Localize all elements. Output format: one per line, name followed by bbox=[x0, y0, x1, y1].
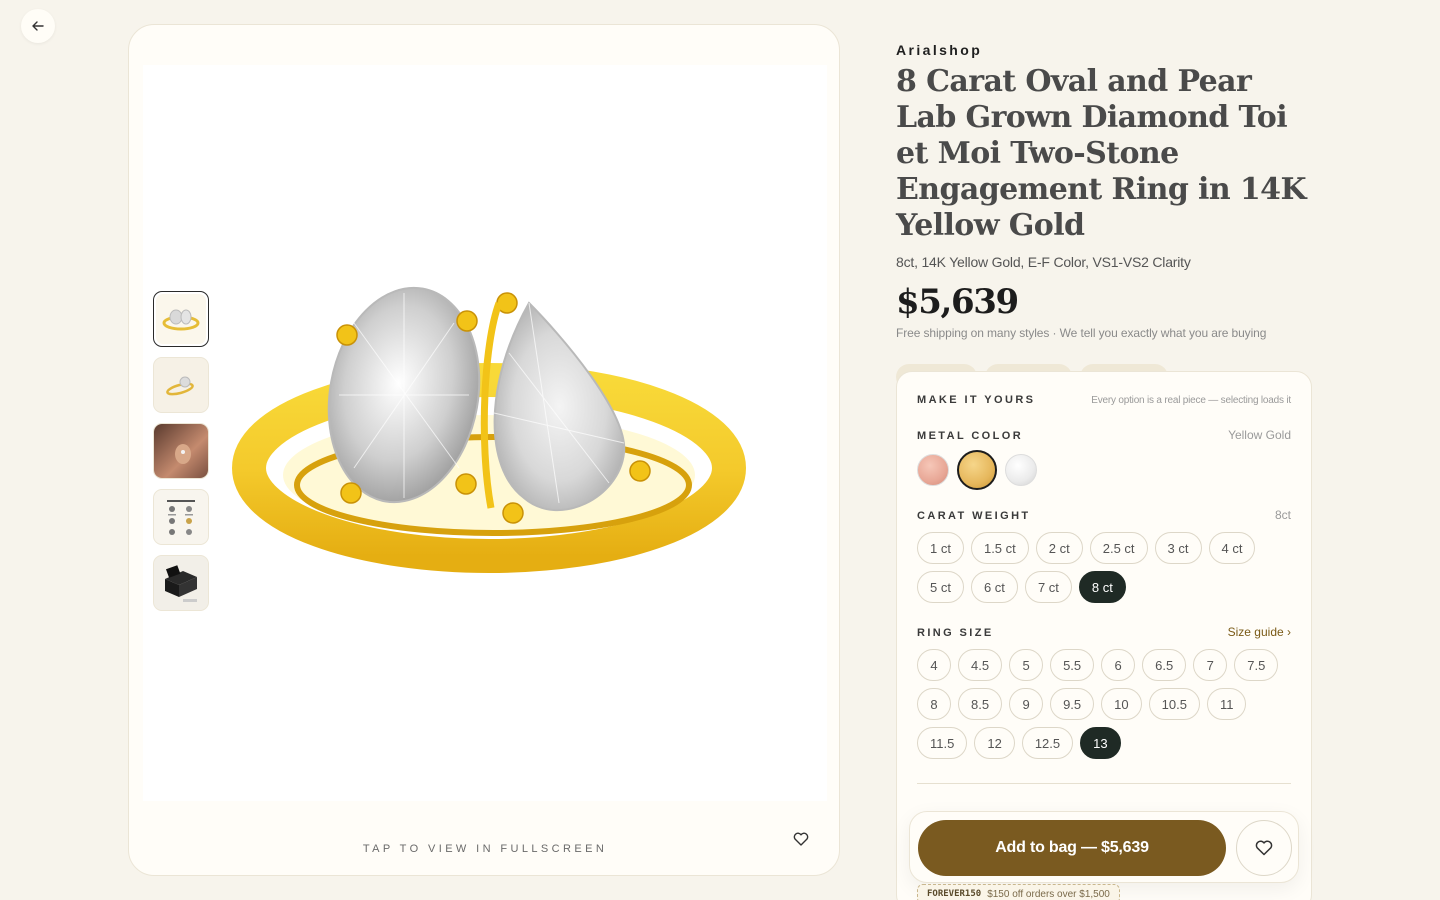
add-to-bag-bar: Add to bag — $5,639 bbox=[909, 811, 1299, 883]
product-price: $5,639 bbox=[896, 282, 1019, 322]
wishlist-button[interactable] bbox=[1236, 820, 1292, 876]
size-guide-link[interactable]: Size guide › bbox=[1228, 625, 1291, 639]
carat-weight-label: CARAT WEIGHT bbox=[917, 510, 1031, 522]
shipping-note: Free shipping on many styles · We tell y… bbox=[896, 326, 1267, 340]
thumb-ring-front[interactable] bbox=[153, 291, 209, 347]
ring-size-label: RING SIZE bbox=[917, 627, 994, 639]
ring-size-options: 4 4.5 5 5.5 6 6.5 7 7.5 8 8.5 9 9.5 10 10.5 11 11.5 12 12… bbox=[917, 649, 1291, 759]
gallery-favorite-button[interactable] bbox=[790, 828, 812, 850]
thumb-box[interactable] bbox=[153, 555, 209, 611]
swatch-rose-gold[interactable] bbox=[917, 454, 949, 486]
ring-size-option-12-5[interactable]: 12.5 bbox=[1021, 727, 1074, 759]
product-hero-image[interactable] bbox=[229, 263, 749, 573]
infographic-image bbox=[167, 500, 195, 535]
options-hint: Every option is a real piece — selecting… bbox=[1091, 395, 1291, 406]
ring-size-option-12[interactable]: 12 bbox=[974, 727, 1015, 759]
metal-color-value: Yellow Gold bbox=[1228, 428, 1291, 442]
section-divider bbox=[917, 783, 1291, 784]
box-image bbox=[165, 565, 197, 602]
ring-size-option-10-5[interactable]: 10.5 bbox=[1148, 688, 1200, 720]
carat-option-6-ct[interactable]: 6 ct bbox=[970, 571, 1018, 603]
swatch-yellow-gold[interactable] bbox=[957, 450, 997, 490]
swatch-white-gold[interactable] bbox=[1005, 454, 1037, 486]
ring-size-option-9[interactable]: 9 bbox=[1009, 688, 1044, 720]
carat-weight-section: CARAT WEIGHT 8ct 1 ct 1.5 ct 2 ct 2.5 ct 3 c… bbox=[917, 508, 1291, 603]
ring-size-option-13[interactable]: 13 bbox=[1080, 727, 1121, 759]
carat-option-8-ct[interactable]: 8 ct bbox=[1078, 571, 1126, 603]
ring-image bbox=[166, 376, 194, 396]
product-gallery[interactable]: TAP TO VIEW IN FULLSCREEN bbox=[128, 24, 840, 876]
ring-image bbox=[162, 309, 200, 331]
ring-size-option-6-5[interactable]: 6.5 bbox=[1142, 649, 1187, 681]
carat-weight-value: 8ct bbox=[1274, 508, 1291, 522]
carat-option-1-5-ct[interactable]: 1.5 ct bbox=[970, 532, 1029, 564]
ring-size-option-4-5[interactable]: 4.5 bbox=[958, 649, 1003, 681]
thumbnail-strip bbox=[153, 291, 209, 611]
ring-size-option-5[interactable]: 5 bbox=[1009, 649, 1044, 681]
product-info: Arialshop 8 Carat Oval and Pear Lab Grow… bbox=[896, 40, 1312, 390]
carat-option-2-ct[interactable]: 2 ct bbox=[1035, 532, 1083, 564]
arrow-left-icon bbox=[32, 21, 44, 31]
ring-size-option-5-5[interactable]: 5.5 bbox=[1050, 649, 1095, 681]
thumb-ring-hand[interactable] bbox=[153, 423, 209, 479]
ring-size-section: RING SIZE Size guide › 4 4.5 5 5.5 6 6.5 7 7.5 8… bbox=[917, 625, 1291, 759]
brand-name[interactable]: Arialshop bbox=[896, 42, 1312, 58]
ring-size-option-11[interactable]: 11 bbox=[1206, 688, 1247, 720]
ring-size-option-7[interactable]: 7 bbox=[1193, 649, 1228, 681]
carat-options: 1 ct 1.5 ct 2 ct 2.5 ct 3 ct 4 ct 5 ct 6 ct 7 ct… bbox=[917, 532, 1291, 603]
ring-size-option-9-5[interactable]: 9.5 bbox=[1050, 688, 1095, 720]
ring-size-option-11-5[interactable]: 11.5 bbox=[917, 727, 968, 759]
promo-code-badge[interactable]: FOREVER150 $150 off orders over $1,500 bbox=[917, 884, 1120, 900]
carat-option-1-ct[interactable]: 1 ct bbox=[917, 532, 964, 564]
heart-icon bbox=[793, 832, 809, 846]
ring-size-option-8-5[interactable]: 8.5 bbox=[958, 688, 1003, 720]
carat-option-3-ct[interactable]: 3 ct bbox=[1154, 532, 1202, 564]
ring-size-option-10[interactable]: 10 bbox=[1101, 688, 1142, 720]
ring-size-option-6[interactable]: 6 bbox=[1101, 649, 1136, 681]
product-subtitle: 8ct, 14K Yellow Gold, E-F Color, VS1-VS2… bbox=[896, 254, 1191, 270]
product-title: 8 Carat Oval and Pear Lab Grown Diamond … bbox=[896, 64, 1307, 243]
promo-text: $150 off orders over $1,500 bbox=[987, 888, 1110, 900]
carat-option-5-ct[interactable]: 5 ct bbox=[917, 571, 964, 603]
add-to-bag-button[interactable]: Add to bag — $5,639 bbox=[918, 820, 1226, 876]
ring-size-option-8[interactable]: 8 bbox=[917, 688, 951, 720]
options-heading: MAKE IT YOURS bbox=[917, 394, 1036, 406]
metal-swatches bbox=[917, 450, 1291, 490]
metal-color-label: METAL COLOR bbox=[917, 430, 1024, 442]
promo-code: FOREVER150 bbox=[927, 889, 982, 899]
heart-icon bbox=[1255, 840, 1273, 856]
carat-option-2-5-ct[interactable]: 2.5 ct bbox=[1089, 532, 1148, 564]
metal-color-section: METAL COLOR Yellow Gold bbox=[917, 428, 1291, 490]
ring-size-option-4[interactable]: 4 bbox=[917, 649, 951, 681]
fullscreen-hint[interactable]: TAP TO VIEW IN FULLSCREEN bbox=[129, 843, 839, 855]
carat-option-7-ct[interactable]: 7 ct bbox=[1024, 571, 1072, 603]
carat-option-4-ct[interactable]: 4 ct bbox=[1208, 532, 1256, 564]
back-button[interactable] bbox=[21, 9, 55, 43]
ring-size-option-7-5[interactable]: 7.5 bbox=[1234, 649, 1279, 681]
thumb-ring-angle[interactable] bbox=[153, 357, 209, 413]
thumb-infographic[interactable] bbox=[153, 489, 209, 545]
hand-image bbox=[175, 444, 191, 464]
